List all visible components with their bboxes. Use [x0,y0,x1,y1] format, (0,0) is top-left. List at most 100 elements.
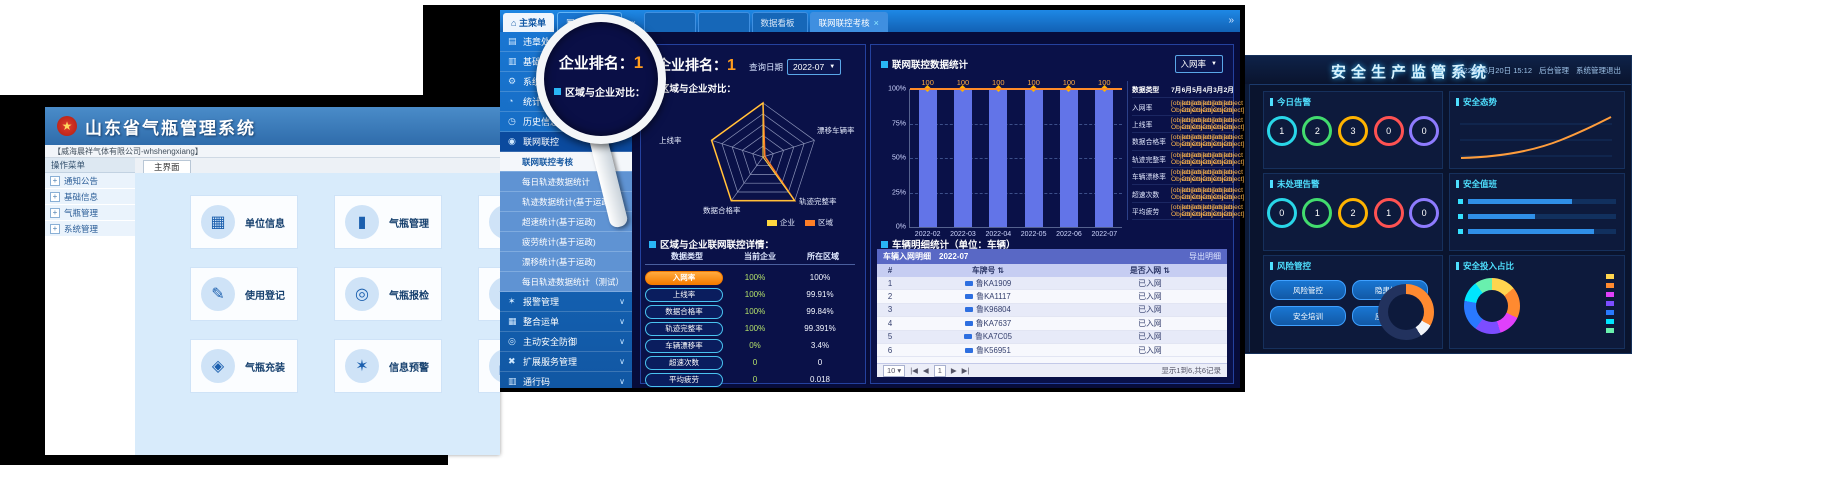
content-tab[interactable]: 数据看板 [752,12,808,32]
home-card[interactable]: ◎ 气瓶报检 [334,267,442,321]
expand-icon[interactable]: + [50,192,60,202]
sidebar-item[interactable]: ◎ 主动安全防御 ∨ [500,332,632,352]
tab-main-menu[interactable]: ⌂ 主菜单 [503,13,554,32]
status-column-header[interactable]: 是否入网 ⇅ [1073,265,1227,276]
datetime-label: 2022年06月20日 15:12 [1455,65,1532,76]
data-type-pill[interactable]: 轨迹完整率 [645,322,723,336]
company-value: 0 [723,375,787,384]
bar-slot: 100 2022-07 [1095,89,1113,227]
home-card[interactable]: ⚒ [478,267,500,321]
section-bullet-icon [881,61,888,68]
bar[interactable] [1025,89,1043,227]
trend-line-chart [1456,112,1616,164]
month-value: [object Object] [1192,117,1203,131]
detail-table: 数据类型 当前企业 所在区域 入网率 100% 100% 上线率 [645,251,861,388]
prev-page-button[interactable]: ◀ [923,366,929,375]
bar[interactable] [919,89,937,227]
sidebar-menu-item[interactable]: + 基础信息 [45,189,135,205]
more-tabs-icon[interactable]: » [1228,15,1234,26]
sidebar-item[interactable]: ✖ 扩展服务管理 ∨ [500,352,632,372]
radar-axis-track: 轨迹完整率 [799,196,837,207]
alarm-ring-stat: 1 [1374,198,1404,228]
submenu-item[interactable]: 疲劳统计(基于运政) [500,232,632,252]
home-card[interactable]: ▦ 单位信息 [190,195,298,249]
stats-panel: 联网联控数据统计 入网率 ▼ 100% 75% 50% 25% 0% [870,44,1234,384]
magnified-compare-title: 区域与企业对比： [565,84,645,99]
content-tab[interactable] [644,12,696,32]
home-card[interactable]: ✶ 信息预警 [334,339,442,393]
monthly-bar-chart: 100% 75% 50% 25% 0% 100 2022-02 [909,89,1122,228]
date-select[interactable]: 2022-07 ▼ [787,59,841,75]
month-value: [object Object] [1203,152,1214,166]
month-value: [object Object] [1203,187,1214,201]
left-app-header: ★ 山东省气瓶管理系统 [45,107,500,145]
bar[interactable] [1095,89,1113,227]
legend-swatch [1606,283,1614,288]
vehicle-row[interactable]: 6 鲁K56951 已入网 [877,344,1227,357]
vehicle-row[interactable]: 4 鲁KA7637 已入网 [877,317,1227,330]
metric-select[interactable]: 入网率 ▼ [1175,55,1223,73]
pass-code-icon: ▥ [508,377,517,386]
bar[interactable] [954,89,972,227]
sidebar-menu-item[interactable]: + 通知公告 [45,173,135,189]
home-card[interactable]: ▮ 气瓶管理 [334,195,442,249]
close-tab-icon[interactable]: × [874,18,879,28]
data-type-pill[interactable]: 数据合格率 [645,305,723,319]
plate-number: 鲁KA1909 [976,279,1012,288]
admin-user-link[interactable]: 后台管理 [1539,65,1569,76]
detail-row: 轨迹完整率 100% 99.391% [645,320,861,337]
content-tab[interactable]: 联网联控考核× [810,12,888,32]
vehicle-row[interactable]: 3 鲁K96804 已入网 [877,304,1227,317]
home-card[interactable]: ♟ [478,195,500,249]
logout-link[interactable]: 系统管理退出 [1576,65,1621,76]
page-size-select[interactable]: 10 ▾ [883,365,905,377]
module-button[interactable]: 安全培训 [1270,306,1346,326]
vehicle-row[interactable]: 2 鲁KA1117 已入网 [877,290,1227,303]
home-card[interactable]: ▟ [478,339,500,393]
last-page-button[interactable]: ▶| [962,366,970,375]
alarm-icon: ✶ [345,349,379,383]
content-tab[interactable] [698,12,750,32]
sidebar-item[interactable]: ▥ 通行码 ∨ [500,372,632,388]
vehicle-icon [965,321,973,326]
submenu-item[interactable]: 漂移统计(基于运政) [500,252,632,272]
vehicle-row[interactable]: 1 鲁KA1909 已入网 [877,277,1227,290]
plate-column-header[interactable]: 车牌号 ⇅ [903,265,1073,276]
data-type-pill[interactable]: 上线率 [645,288,723,302]
data-type-pill[interactable]: 平均疲劳 [645,373,723,387]
vehicle-panel-period: 2022-07 [939,252,968,261]
page-input[interactable]: 1 [934,365,946,377]
section-bullet-icon [554,88,561,95]
wrench-icon: ⚒ [489,277,500,311]
bar[interactable] [989,89,1007,227]
data-type-pill[interactable]: 超速次数 [645,356,723,370]
next-page-button[interactable]: ▶ [951,366,957,375]
safety-supervision-window: 安全生产监管系统 2022年06月20日 15:12 后台管理 系统管理退出 今… [1190,55,1632,354]
company-value: 100% [723,290,787,299]
bar[interactable] [1060,89,1078,227]
data-type-pill[interactable]: 车辆漂移率 [645,339,723,353]
stats-title: 联网联控数据统计 [892,57,968,71]
sidebar-item[interactable]: ▦ 整合运单 ∨ [500,312,632,332]
submenu-item[interactable]: 每日轨迹数据统计（测试） [500,272,632,292]
cylinder-filling-icon: ◈ [201,349,235,383]
first-page-button[interactable]: |◀ [910,366,918,375]
module-button[interactable]: 风险管控 [1270,280,1346,300]
risk-donut-chart [1378,284,1434,340]
vehicle-row[interactable]: 5 鲁KA7C05 已入网 [877,331,1227,344]
alarm-ring-stat: 2 [1302,116,1332,146]
month-value: [object Object] [1213,134,1224,148]
home-card[interactable]: ✎ 使用登记 [190,267,298,321]
expand-icon[interactable]: + [50,224,60,234]
alarm-ring-stat: 0 [1374,116,1404,146]
expand-icon[interactable]: + [50,208,60,218]
region-value: 99.391% [787,324,853,333]
data-type-pill[interactable]: 入网率 [645,271,723,285]
sidebar-item[interactable]: ✶ 报警管理 ∨ [500,292,632,312]
sidebar-menu-title: 操作菜单 [45,158,135,173]
sidebar-menu-item[interactable]: + 气瓶管理 [45,205,135,221]
expand-icon[interactable]: + [50,176,60,186]
export-link[interactable]: 导出明细 [1189,251,1221,262]
home-card[interactable]: ◈ 气瓶充装 [190,339,298,393]
sidebar-menu-item[interactable]: + 系统管理 [45,221,135,237]
